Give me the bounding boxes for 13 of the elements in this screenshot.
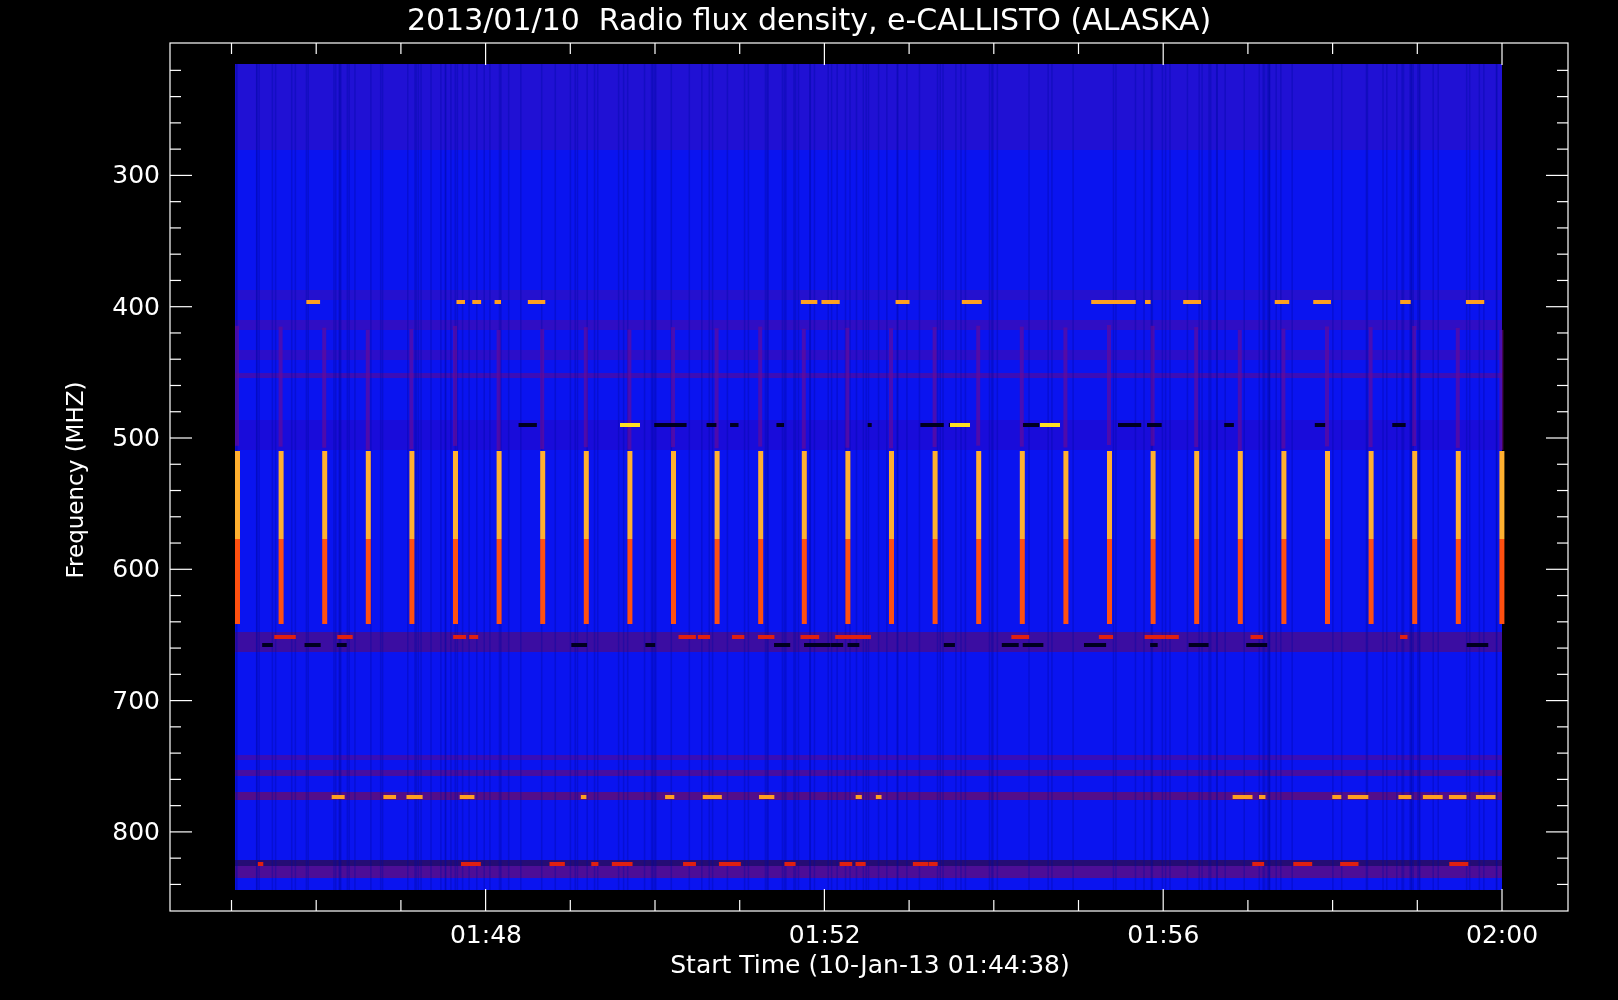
y-axis-label: Frequency (MHZ) bbox=[61, 380, 89, 581]
y-tick-label: 400 bbox=[112, 291, 160, 322]
y-tick-label: 500 bbox=[112, 423, 160, 453]
y-tick-label: 700 bbox=[112, 685, 160, 716]
x-tick-label: 01:56 bbox=[1126, 920, 1201, 950]
y-tick-label: 800 bbox=[112, 816, 160, 847]
x-tick-label: 01:52 bbox=[787, 920, 862, 950]
x-tick-label: 01:48 bbox=[448, 920, 523, 950]
y-tick-label: 300 bbox=[112, 160, 160, 191]
x-tick-label: 02:00 bbox=[1465, 920, 1540, 950]
y-tick-label: 600 bbox=[112, 554, 160, 585]
chart-title: 2013/01/10 Radio flux density, e-CALLISTO (ALASKA) bbox=[405, 2, 1213, 38]
x-axis-label: Start Time (10-Jan-13 01:44:38) bbox=[669, 950, 1071, 980]
